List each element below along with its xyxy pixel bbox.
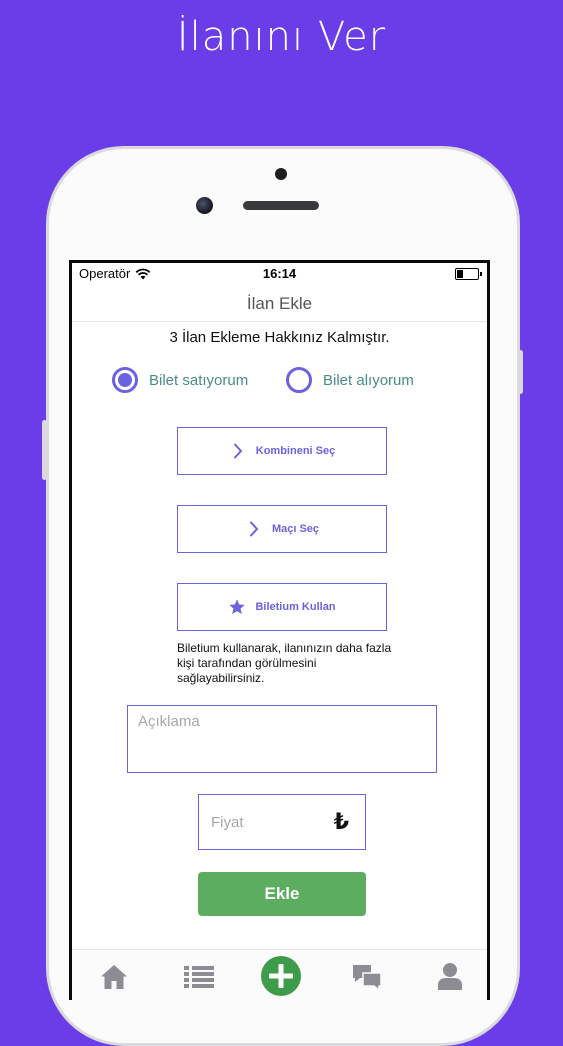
- app-screen: Operatör 16:14 İlan Ekle 3 İlan Ekleme H…: [69, 260, 490, 1000]
- select-match-button[interactable]: Maçı Seç: [177, 505, 387, 553]
- description-placeholder: Açıklama: [138, 713, 200, 730]
- chevron-right-icon: [229, 442, 247, 460]
- battery-icon: [455, 268, 482, 280]
- select-combined-button[interactable]: Kombineni Seç: [177, 427, 387, 475]
- lira-icon: ₺: [333, 809, 349, 834]
- chevron-right-icon: [245, 520, 263, 538]
- price-input[interactable]: Fiyat ₺: [198, 794, 366, 850]
- user-icon: [438, 963, 462, 990]
- tab-home[interactable]: [94, 964, 134, 1000]
- page-title: İlan Ekle: [72, 287, 487, 322]
- radio-label: Bilet alıyorum: [323, 371, 414, 389]
- tab-messages[interactable]: [347, 963, 387, 1000]
- phone-speaker: [243, 201, 319, 210]
- status-time: 16:14: [262, 266, 297, 281]
- quota-message: 3 İlan Ekleme Hakkınız Kalmıştır.: [169, 329, 390, 346]
- tab-bar: [72, 949, 487, 1000]
- tab-add[interactable]: [259, 955, 303, 1000]
- home-icon: [101, 965, 127, 989]
- star-icon: [228, 598, 246, 616]
- banner-title: İlanını Ver: [176, 14, 387, 60]
- radio-option-buying[interactable]: Bilet alıyorum: [286, 367, 414, 393]
- button-label: Kombineni Seç: [255, 445, 336, 457]
- phone-sensor: [275, 168, 287, 180]
- submit-button[interactable]: Ekle: [198, 872, 366, 916]
- add-icon: [261, 956, 301, 996]
- button-label: Biletium Kullan: [255, 601, 336, 613]
- price-placeholder: Fiyat: [211, 814, 244, 831]
- tab-profile[interactable]: [430, 962, 470, 1000]
- button-label: Maçı Seç: [271, 523, 320, 535]
- tab-list[interactable]: [179, 966, 219, 1000]
- use-biletium-button[interactable]: Biletium Kullan: [177, 583, 387, 631]
- description-textarea[interactable]: Açıklama: [127, 705, 437, 773]
- biletium-hint: Biletium kullanarak, ilanınızın daha faz…: [177, 641, 392, 685]
- radio-unselected-icon[interactable]: [286, 367, 312, 393]
- chat-bubbles-icon: [353, 965, 382, 991]
- status-bar: Operatör 16:14: [72, 263, 487, 285]
- front-camera: [196, 197, 213, 214]
- radio-selected-icon[interactable]: [112, 367, 138, 393]
- radio-label: Bilet satıyorum: [149, 371, 249, 389]
- radio-option-selling[interactable]: Bilet satıyorum: [112, 367, 248, 393]
- battery-level: [457, 270, 463, 278]
- list-icon: [184, 966, 214, 988]
